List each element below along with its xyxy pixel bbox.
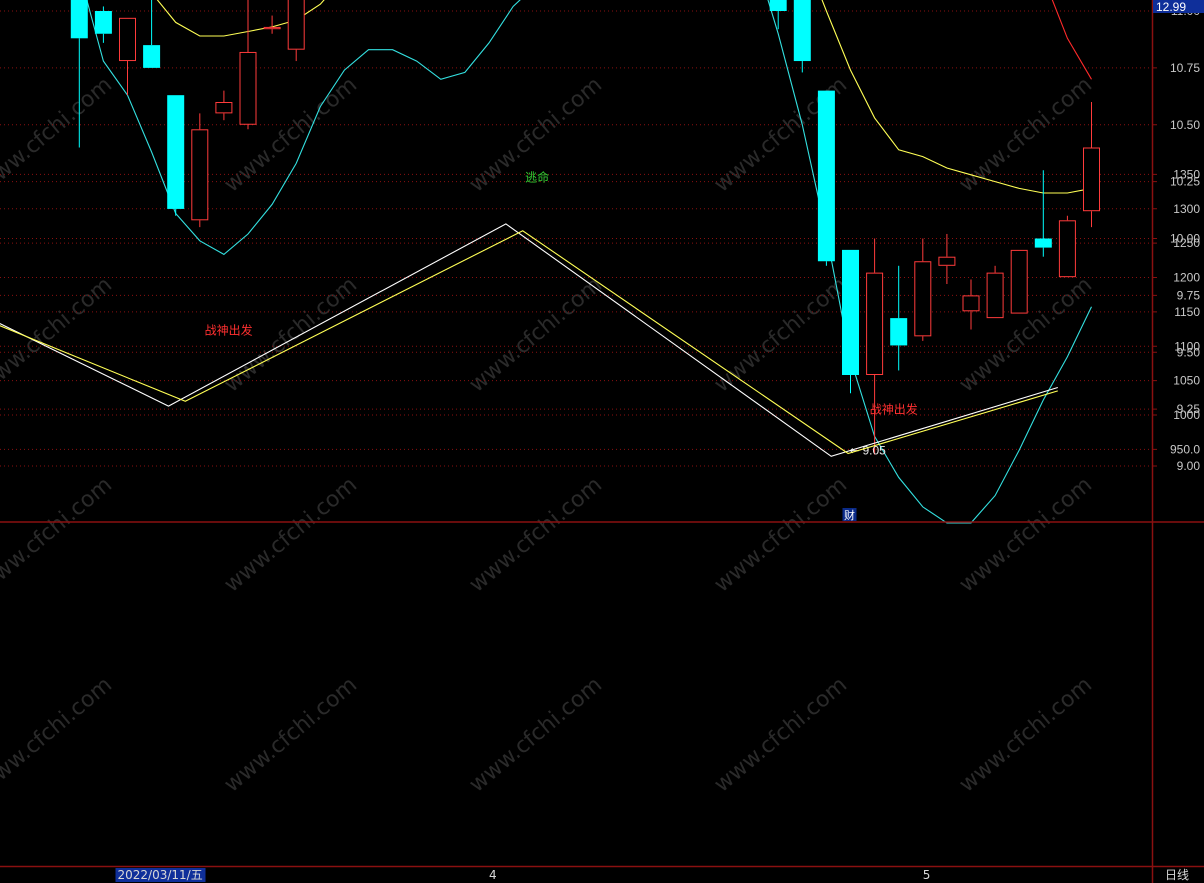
- oscillator-signal-label: 战神出发: [870, 402, 918, 417]
- watermark-text: www.cfchi.com: [955, 472, 1097, 597]
- candle: [962, 279, 980, 330]
- candle-body-up: [914, 261, 932, 337]
- candle: [119, 17, 136, 96]
- candle-body-up: [1083, 147, 1100, 212]
- candle-body-up: [962, 295, 980, 312]
- candle: [986, 265, 1004, 319]
- candle-body-down: [793, 0, 811, 62]
- watermark-text: www.cfchi.com: [955, 672, 1097, 797]
- oscillator-signal-label: 逃命: [525, 169, 549, 184]
- candle: [215, 90, 233, 121]
- price-tick-label: 9.75: [1177, 288, 1201, 302]
- price-tick-label: 10.75: [1170, 61, 1200, 75]
- candle-body-up: [215, 102, 233, 114]
- price-tick-label: 10.50: [1170, 118, 1200, 132]
- watermark-text: www.cfchi.com: [465, 272, 607, 397]
- watermark-text: www.cfchi.com: [220, 672, 362, 797]
- watermark-text: www.cfchi.com: [0, 272, 117, 397]
- candle: [866, 238, 884, 455]
- candle-body-up: [938, 256, 956, 266]
- x-axis-label: 2022/03/11/五: [118, 868, 203, 882]
- candle: [842, 249, 859, 394]
- candle-body-down: [70, 0, 88, 39]
- osc-tick-label: 1200: [1173, 271, 1200, 285]
- period-label: 日线: [1165, 868, 1189, 882]
- osc-tick-label: 1000: [1173, 408, 1200, 422]
- candle: [1058, 215, 1076, 278]
- current-price-label: 12.99: [1156, 0, 1186, 14]
- candle-body-up: [191, 129, 209, 221]
- x-axis-label: 4: [489, 868, 497, 882]
- candle-body-down: [1034, 238, 1052, 248]
- x-axis-label: 5: [923, 868, 931, 882]
- candle: [938, 233, 956, 284]
- finance-badge-label: 财: [844, 508, 855, 522]
- osc-tick-label: 1100: [1174, 339, 1200, 353]
- candle: [143, 0, 161, 68]
- stock-chart: www.cfchi.com www.cfchi.com www.cfchi.com w…: [0, 0, 1204, 883]
- osc-tick-label: 1050: [1173, 374, 1200, 388]
- watermark-text: www.cfchi.com: [220, 472, 362, 597]
- candle: [914, 238, 932, 341]
- candle-body-up: [866, 272, 884, 375]
- watermark-text: www.cfchi.com: [0, 672, 117, 797]
- osc-tick-label: 950.0: [1170, 442, 1200, 456]
- candle-body-down: [167, 95, 185, 209]
- price-tick-label: 9.00: [1177, 459, 1201, 473]
- candle-body-down: [817, 90, 835, 262]
- candle-body-down: [769, 0, 787, 11]
- osc-tick-label: 1150: [1174, 305, 1200, 319]
- oscillator-signal-label: 战神出发: [205, 323, 253, 338]
- candle: [1034, 170, 1052, 257]
- candle: [239, 0, 257, 130]
- x-axis: 2022/03/11/五 4 5 日线: [115, 868, 1189, 882]
- candle: [1010, 249, 1028, 314]
- candle-body-up: [239, 51, 257, 125]
- watermark-text: www.cfchi.com: [710, 472, 852, 597]
- candle-body-down: [94, 11, 112, 34]
- osc-tick-label: 1250: [1173, 236, 1200, 250]
- candle-body-up: [1058, 220, 1076, 278]
- candle: [287, 0, 305, 62]
- candle-body-up: [263, 26, 281, 30]
- candle: [263, 15, 281, 34]
- watermark-text: www.cfchi.com: [0, 72, 117, 197]
- candle: [817, 90, 835, 266]
- watermark-text: www.cfchi.com: [465, 472, 607, 597]
- watermark-text: www.cfchi.com: [710, 272, 852, 397]
- watermark-text: www.cfchi.com: [465, 672, 607, 797]
- candle-body-down: [842, 249, 859, 375]
- candle-body-down: [890, 318, 908, 346]
- y-axis: 12.7512.5012.2512.0011.7511.5011.2511.00…: [1152, 0, 1204, 473]
- candle-body-down: [143, 45, 161, 68]
- osc-tick-label: 1300: [1173, 202, 1200, 216]
- candle-body-up: [986, 272, 1004, 319]
- candle-body-up: [287, 0, 305, 50]
- watermark-text: www.cfchi.com: [0, 472, 117, 597]
- candle-body-up: [119, 17, 136, 62]
- candle: [890, 265, 908, 371]
- candle: [793, 0, 811, 73]
- watermark-text: www.cfchi.com: [955, 72, 1097, 197]
- candle-body-up: [1010, 249, 1028, 314]
- price-panel: 13.06←9.05财: [70, 0, 1100, 524]
- osc-tick-label: 1350: [1173, 167, 1200, 181]
- candle: [191, 113, 209, 228]
- candle: [167, 95, 185, 216]
- watermark-text: www.cfchi.com: [710, 672, 852, 797]
- candle: [1083, 102, 1100, 228]
